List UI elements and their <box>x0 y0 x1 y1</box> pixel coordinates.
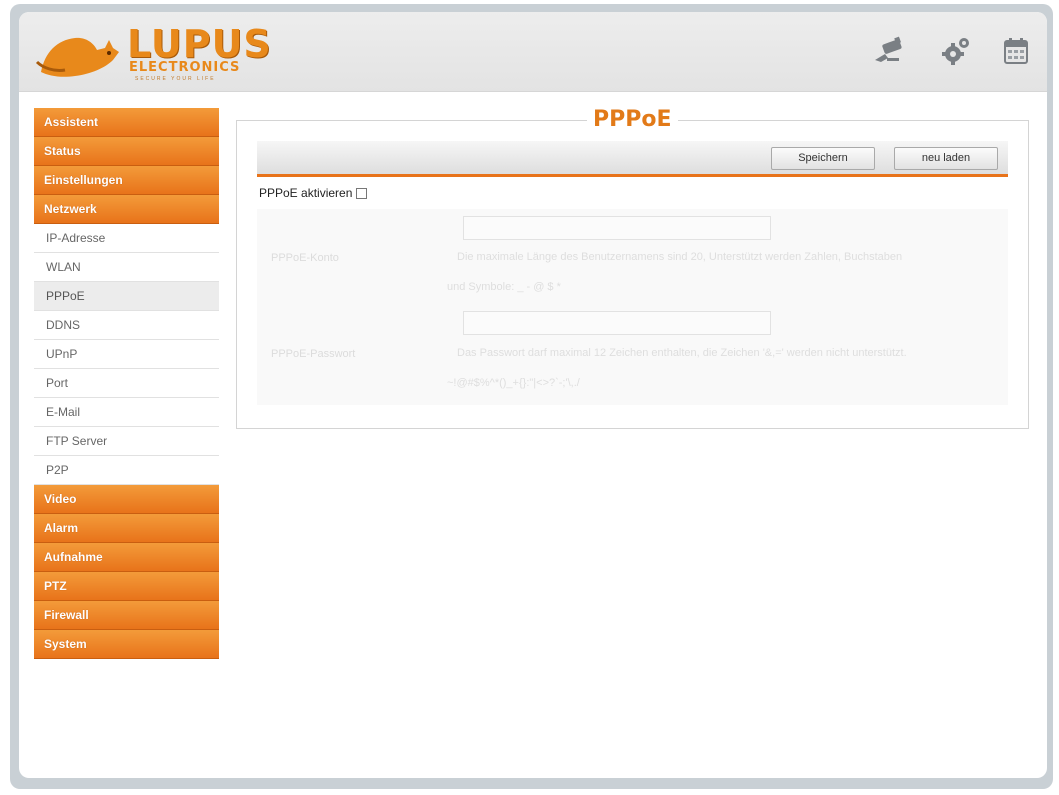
account-input[interactable] <box>463 216 771 240</box>
enable-checkbox[interactable] <box>356 187 368 199</box>
gear-icon[interactable] <box>939 34 973 68</box>
save-button[interactable]: Speichern <box>771 147 875 170</box>
cat-logo-icon <box>35 37 119 77</box>
sidebar-item-aufnahme[interactable]: Aufnahme <box>34 543 219 572</box>
account-hint-line1: Die maximale Länge des Benutzernamens si… <box>457 251 903 263</box>
enable-label: PPPoE aktivieren <box>259 186 353 200</box>
logo-tagline: SECURE YOUR LIFE <box>135 76 216 82</box>
sidebar-item-alarm[interactable]: Alarm <box>34 514 219 543</box>
sidebar-item-email[interactable]: E-Mail <box>34 398 219 427</box>
sidebar-item-system[interactable]: System <box>34 630 219 659</box>
pppoe-panel: PPPoE Speichern neu laden PPPoE aktivier… <box>236 107 1029 429</box>
sidebar-item-einstellungen[interactable]: Einstellungen <box>34 166 219 195</box>
calendar-icon[interactable] <box>999 34 1033 68</box>
sidebar-nav: Assistent Status Einstellungen Netzwerk … <box>34 108 219 659</box>
reload-button[interactable]: neu laden <box>894 147 998 170</box>
enable-row: PPPoE aktivieren <box>259 186 368 200</box>
header-bar: LUPUS ELECTRONICS SECURE YOUR LIFE <box>19 12 1047 92</box>
sidebar-item-status[interactable]: Status <box>34 137 219 166</box>
app-window: LUPUS ELECTRONICS SECURE YOUR LIFE Assis… <box>19 12 1047 778</box>
password-label: PPPoE-Passwort <box>271 348 356 360</box>
sidebar-item-wlan[interactable]: WLAN <box>34 253 219 282</box>
sidebar-item-port[interactable]: Port <box>34 369 219 398</box>
password-input[interactable] <box>463 311 771 335</box>
sidebar-item-ddns[interactable]: DDNS <box>34 311 219 340</box>
toolbar: Speichern neu laden <box>257 141 1008 177</box>
sidebar-item-ptz[interactable]: PTZ <box>34 572 219 601</box>
sidebar-item-video[interactable]: Video <box>34 485 219 514</box>
sidebar-item-ip-adresse[interactable]: IP-Adresse <box>34 224 219 253</box>
account-hint-line2: und Symbole: _ - @ $ * <box>447 281 561 293</box>
camera-icon[interactable] <box>871 34 905 68</box>
sidebar-item-ftp-server[interactable]: FTP Server <box>34 427 219 456</box>
sidebar-item-pppoe[interactable]: PPPoE <box>34 282 219 311</box>
sidebar-item-firewall[interactable]: Firewall <box>34 601 219 630</box>
sidebar-item-p2p[interactable]: P2P <box>34 456 219 485</box>
logo-subtitle: ELECTRONICS <box>129 60 241 75</box>
password-hint-line1: Das Passwort darf maximal 12 Zeichen ent… <box>457 347 907 359</box>
sidebar-item-netzwerk[interactable]: Netzwerk <box>34 195 219 224</box>
sidebar-item-assistent[interactable]: Assistent <box>34 108 219 137</box>
pppoe-form: PPPoE-Konto Die maximale Länge des Benut… <box>257 209 1008 405</box>
page-title: PPPoE <box>587 107 678 132</box>
logo: LUPUS ELECTRONICS SECURE YOUR LIFE <box>35 20 271 82</box>
sidebar-item-upnp[interactable]: UPnP <box>34 340 219 369</box>
account-label: PPPoE-Konto <box>271 252 339 264</box>
password-hint-line2: ~!@#$%^*()_+{}:"|<>?`-;'\,./ <box>447 377 580 389</box>
